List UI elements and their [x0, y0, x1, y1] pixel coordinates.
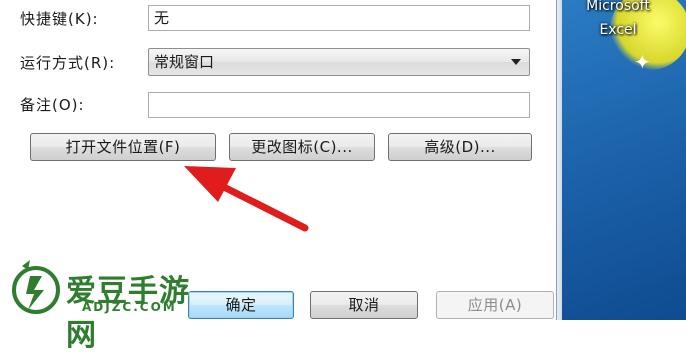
watermark: 爱豆手游网 ADJZC.COM: [8, 256, 218, 353]
watermark-logo-icon: [12, 260, 60, 314]
watermark-url: ADJZC.COM: [82, 300, 177, 314]
